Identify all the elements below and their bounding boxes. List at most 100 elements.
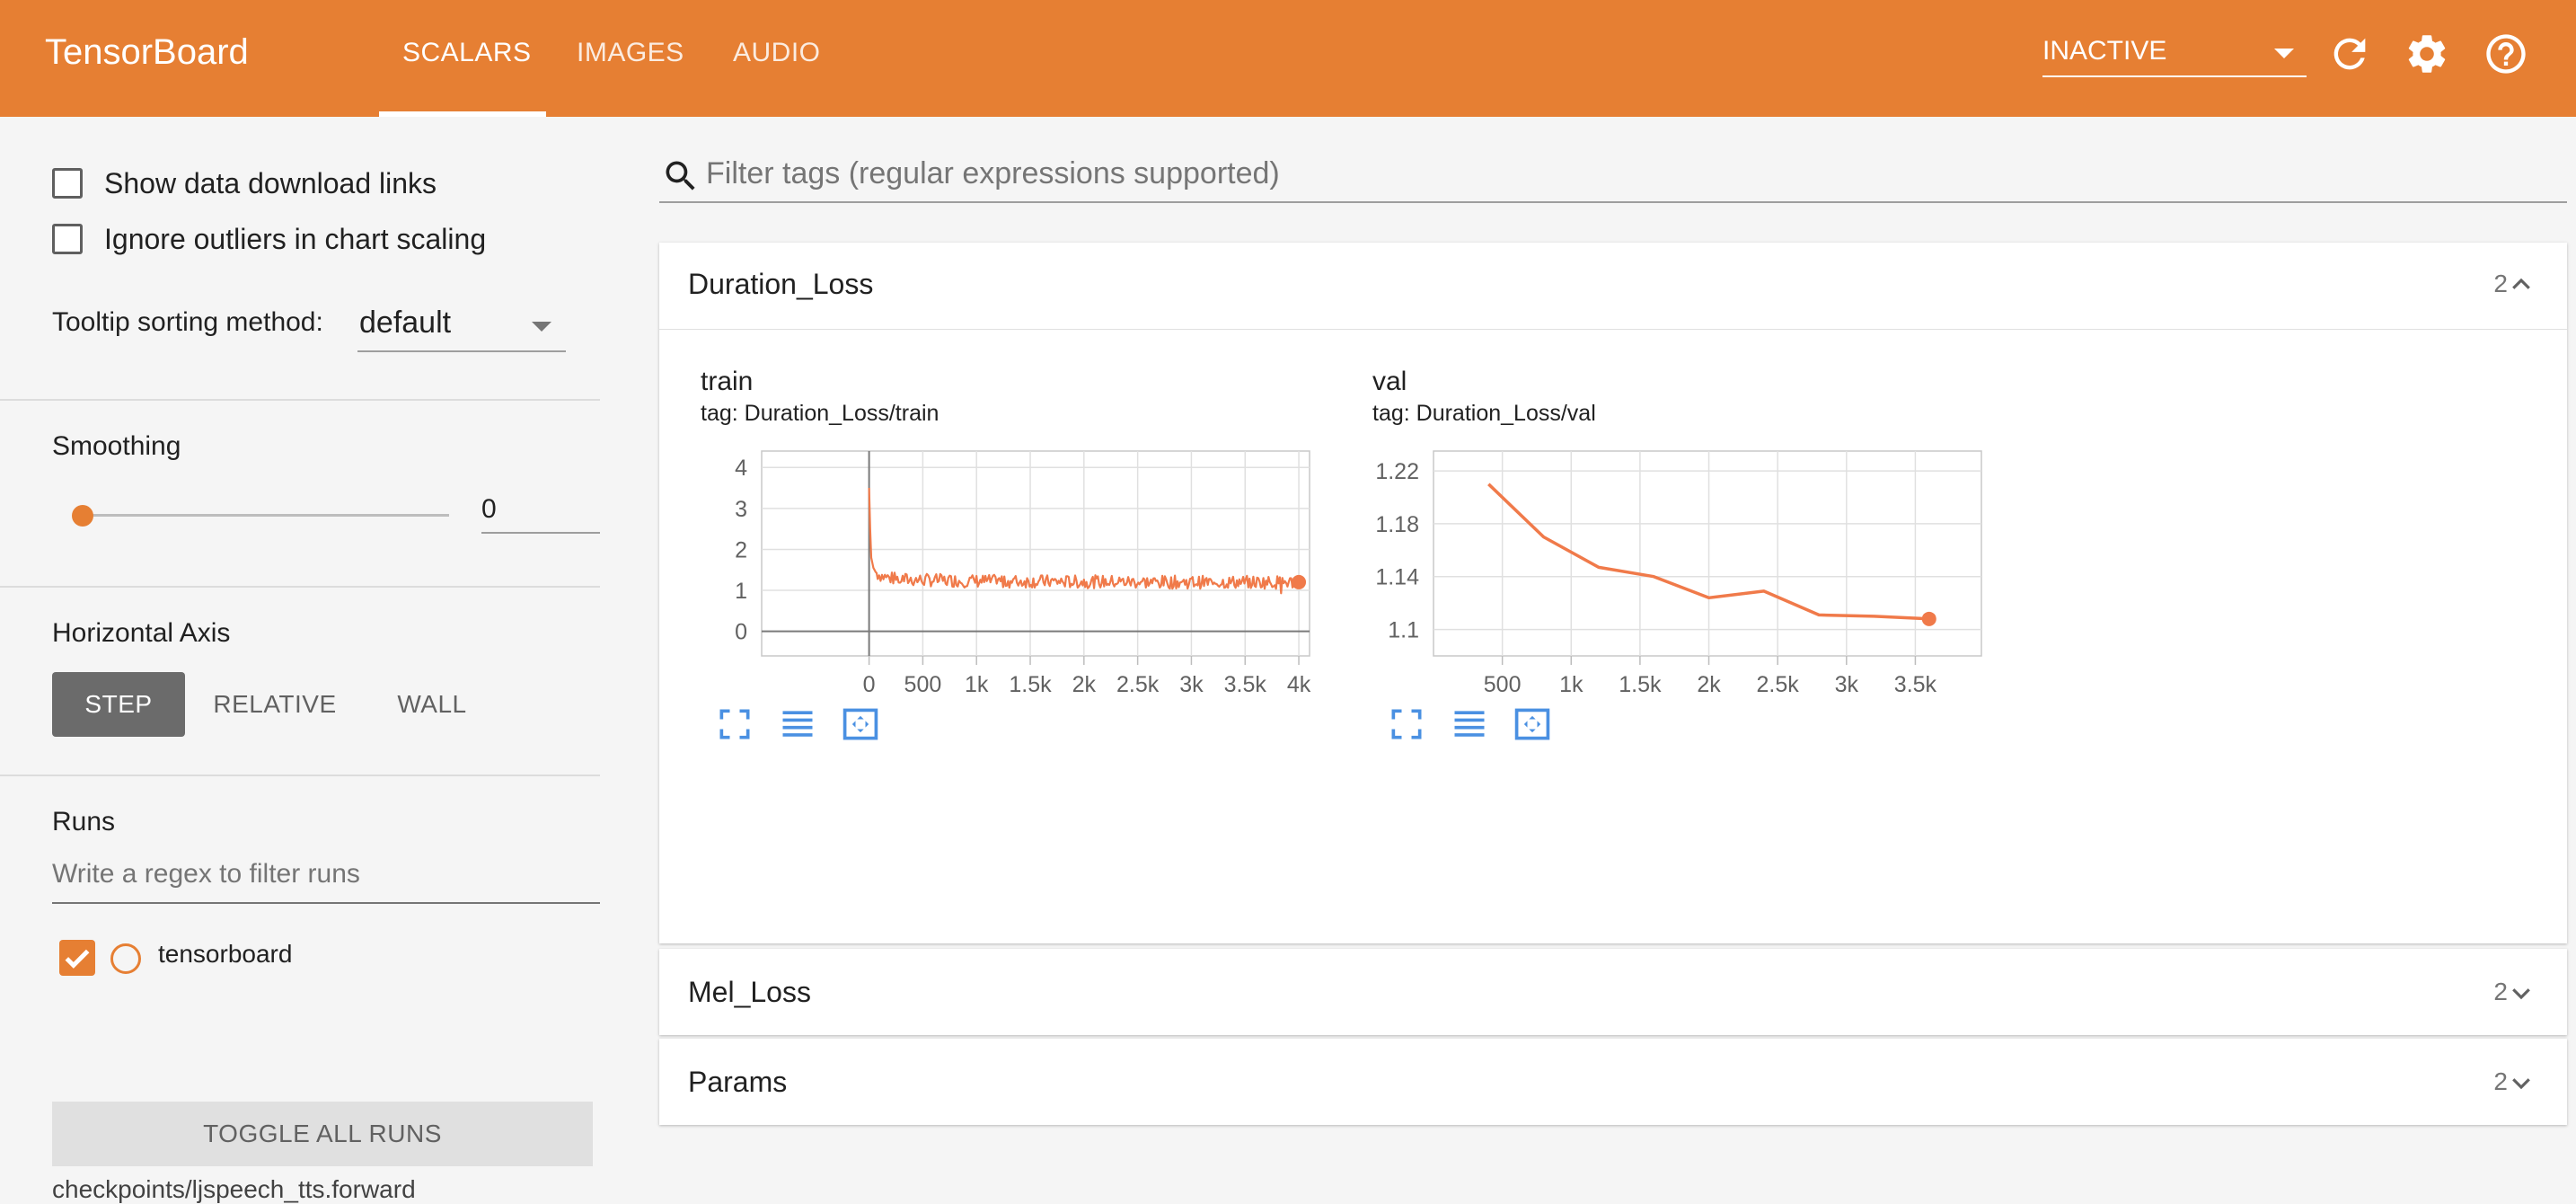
data-table-icon[interactable]	[1448, 704, 1491, 744]
run-path: checkpoints/ljspeech_tts.forward	[52, 1175, 416, 1203]
x-tick-label: 1.5k	[1619, 672, 1662, 697]
chart-tag: tag: Duration_Loss/val	[1372, 401, 1596, 426]
y-tick-label: 2	[735, 537, 747, 562]
run-name: tensorboard	[158, 940, 293, 968]
sidebar: Show data download links Ignore outliers…	[0, 117, 640, 1203]
show-download-links-checkbox[interactable]	[52, 168, 83, 199]
tag-filter-input[interactable]: Filter tags (regular expressions support…	[659, 144, 2567, 203]
runs-title: Runs	[52, 807, 116, 837]
plot-area	[761, 450, 1310, 657]
chevron-down-icon[interactable]	[2508, 1069, 2535, 1096]
fullscreen-icon[interactable]	[1385, 704, 1428, 744]
series-last-point	[1292, 574, 1307, 589]
card-count: 2	[2493, 270, 2508, 297]
y-tick-label: 1.18	[1375, 512, 1419, 537]
x-tick-label: 4k	[1287, 672, 1311, 697]
x-tick-label: 3k	[1835, 672, 1859, 697]
fit-domain-icon[interactable]	[1511, 704, 1554, 744]
smoothing-input[interactable]: 0	[481, 487, 600, 534]
divider	[0, 775, 600, 776]
card-count: 2	[2493, 978, 2508, 1005]
category-card-mel-loss[interactable]: Mel_Loss 2	[659, 949, 2567, 1035]
app-title: TensorBoard	[45, 32, 249, 72]
chart-title: train	[701, 367, 754, 396]
divider	[0, 399, 600, 401]
top-app-bar: TensorBoard SCALARS IMAGES AUDIO INACTIV…	[0, 0, 2576, 117]
x-tick-label: 3k	[1179, 672, 1204, 697]
y-tick-label: 3	[735, 497, 747, 522]
y-tick-label: 4	[735, 456, 747, 481]
y-tick-label: 1.14	[1375, 565, 1419, 590]
runs-filter-input[interactable]: Write a regex to filter runs	[52, 852, 600, 904]
line-chart-train[interactable]: 0 500 1k 1.5k 2k 2.5k 3k 3.5k 4k 0 1 2 3 4	[686, 440, 1324, 701]
axis-step-button[interactable]: STEP	[52, 672, 185, 737]
check-icon	[65, 949, 90, 969]
axis-wall-button[interactable]: WALL	[374, 672, 490, 737]
tab-audio[interactable]: AUDIO	[733, 38, 821, 68]
chevron-down-icon[interactable]	[2508, 979, 2535, 1006]
smoothing-slider-track[interactable]	[83, 514, 449, 517]
chart-tag: tag: Duration_Loss/train	[701, 401, 940, 426]
reload-status-select[interactable]: INACTIVE	[2042, 31, 2307, 77]
card-title: Params	[688, 1066, 788, 1098]
run-checkbox[interactable]	[59, 940, 95, 976]
fullscreen-icon[interactable]	[713, 704, 756, 744]
y-tick-label: 1	[735, 579, 747, 604]
run-color-circle[interactable]	[110, 943, 141, 974]
series-last-point	[1921, 611, 1936, 626]
x-tick-label: 2.5k	[1116, 672, 1160, 697]
tag-filter-placeholder: Filter tags (regular expressions support…	[706, 156, 1280, 190]
x-tick-label: 2.5k	[1757, 672, 1800, 697]
tooltip-sorting-label: Tooltip sorting method:	[52, 307, 323, 337]
axis-relative-button[interactable]: RELATIVE	[203, 672, 347, 737]
category-card-duration-loss: Duration_Loss 2 train tag: Duration_Loss…	[659, 243, 2567, 943]
smoothing-slider-thumb[interactable]	[72, 505, 93, 527]
x-tick-label: 500	[904, 672, 942, 697]
line-chart-val[interactable]: 500 1k 1.5k 2k 2.5k 3k 3.5k 1.1 1.14 1.18 1.22	[1358, 440, 1996, 701]
x-tick-label: 1.5k	[1009, 672, 1052, 697]
settings-icon[interactable]	[2404, 31, 2450, 77]
search-icon	[666, 161, 695, 190]
x-tick-label: 3.5k	[1224, 672, 1267, 697]
chevron-down-icon	[2274, 49, 2294, 58]
y-tick-label: 0	[735, 620, 747, 645]
reload-status-value: INACTIVE	[2042, 36, 2167, 66]
horizontal-axis-title: Horizontal Axis	[52, 618, 231, 648]
ignore-outliers-label: Ignore outliers in chart scaling	[104, 222, 487, 255]
smoothing-value: 0	[481, 494, 497, 524]
category-card-params[interactable]: Params 2	[659, 1039, 2567, 1125]
card-header[interactable]: Duration_Loss 2	[659, 243, 2567, 329]
x-tick-label: 0	[863, 672, 876, 697]
y-tick-label: 1.22	[1375, 459, 1419, 484]
card-title: Duration_Loss	[688, 268, 874, 300]
tooltip-sorting-value: default	[359, 305, 452, 340]
refresh-icon[interactable]	[2326, 31, 2373, 77]
x-tick-label: 2k	[1697, 672, 1721, 697]
chevron-up-icon[interactable]	[2508, 271, 2535, 298]
x-tick-label: 1k	[965, 672, 989, 697]
x-tick-label: 3.5k	[1894, 672, 1937, 697]
divider	[0, 586, 600, 588]
data-table-icon[interactable]	[776, 704, 819, 744]
help-icon[interactable]	[2483, 31, 2529, 77]
card-count: 2	[2493, 1067, 2508, 1095]
divider	[659, 329, 2567, 330]
tooltip-sorting-select[interactable]: default	[357, 300, 566, 352]
plot-area	[1433, 450, 1982, 657]
tab-scalars[interactable]: SCALARS	[402, 38, 532, 68]
x-tick-label: 1k	[1559, 672, 1584, 697]
card-title: Mel_Loss	[688, 976, 811, 1008]
ignore-outliers-option[interactable]: Ignore outliers in chart scaling	[52, 219, 486, 259]
fit-domain-icon[interactable]	[839, 704, 882, 744]
show-download-links-label: Show data download links	[104, 166, 437, 199]
y-tick-label: 1.1	[1388, 618, 1419, 643]
tab-images[interactable]: IMAGES	[577, 38, 684, 68]
ignore-outliers-checkbox[interactable]	[52, 224, 83, 254]
smoothing-title: Smoothing	[52, 431, 181, 461]
runs-filter-placeholder: Write a regex to filter runs	[52, 859, 360, 889]
show-download-links-option[interactable]: Show data download links	[52, 164, 437, 203]
chevron-down-icon	[532, 322, 551, 332]
x-tick-label: 500	[1484, 672, 1522, 697]
toggle-all-runs-button[interactable]: TOGGLE ALL RUNS	[52, 1102, 593, 1166]
x-tick-label: 2k	[1072, 672, 1097, 697]
